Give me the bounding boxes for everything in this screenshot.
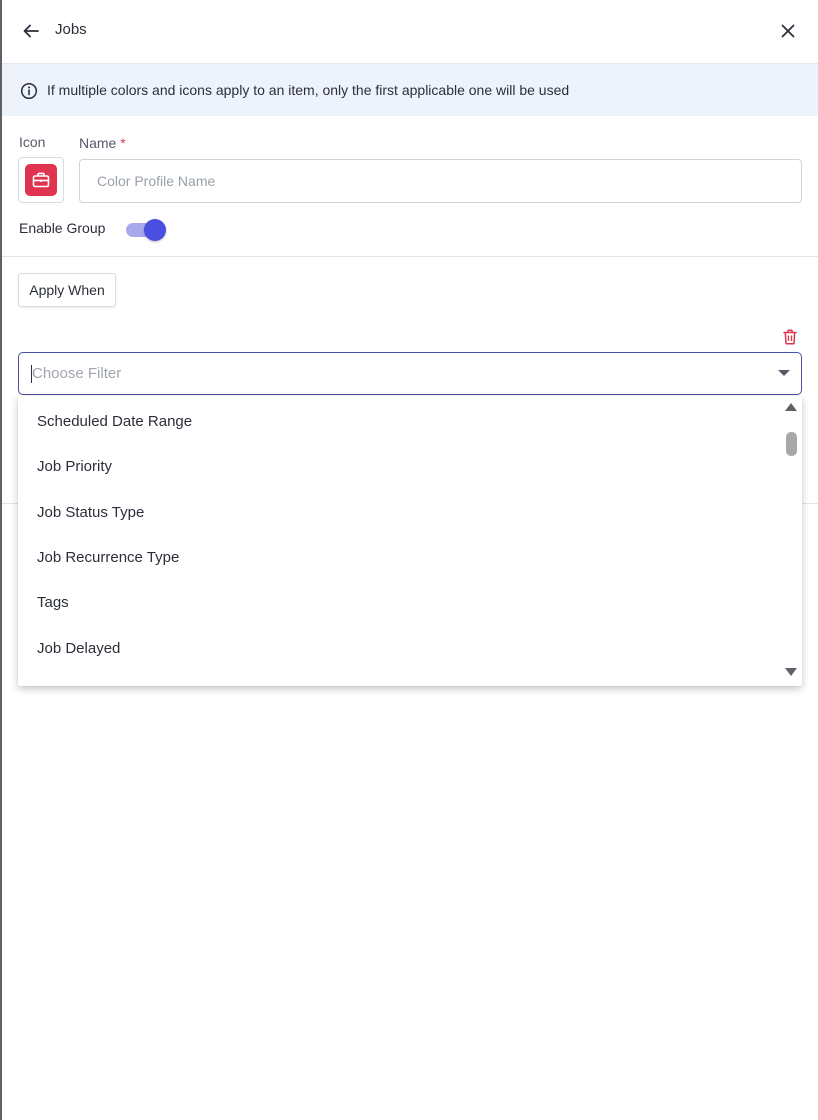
trash-icon xyxy=(783,329,797,345)
choose-filter-select[interactable]: Choose Filter xyxy=(18,352,802,395)
close-icon xyxy=(781,24,795,38)
chevron-down-icon[interactable] xyxy=(778,370,790,376)
required-marker: * xyxy=(120,135,126,151)
enable-group-toggle[interactable] xyxy=(125,218,169,242)
apply-when-button[interactable]: Apply When xyxy=(18,273,116,307)
scroll-down-arrow-icon[interactable] xyxy=(785,668,797,676)
panel-header: Jobs xyxy=(2,0,818,62)
enable-group-label: Enable Group xyxy=(19,220,106,236)
scroll-up-arrow-icon[interactable] xyxy=(785,403,797,411)
filter-dropdown-list[interactable]: Scheduled Date Range Job Priority Job St… xyxy=(18,396,802,686)
filter-placeholder: Choose Filter xyxy=(32,365,122,382)
name-label-text: Name xyxy=(79,135,117,151)
filter-option-job-status-type[interactable]: Job Status Type xyxy=(18,490,784,535)
close-button[interactable] xyxy=(776,19,800,43)
toggle-knob xyxy=(144,219,166,241)
filter-option-scheduled-date-range[interactable]: Scheduled Date Range xyxy=(18,399,784,444)
section-divider xyxy=(2,256,818,257)
back-button[interactable] xyxy=(20,20,42,42)
name-label: Name * xyxy=(79,135,126,151)
page-title: Jobs xyxy=(55,21,87,38)
icon-picker-button[interactable] xyxy=(18,157,64,203)
delete-filter-button[interactable] xyxy=(780,327,800,347)
scrollbar-thumb[interactable] xyxy=(786,432,797,456)
filter-option-job-priority[interactable]: Job Priority xyxy=(18,444,784,489)
icon-label: Icon xyxy=(19,134,46,150)
color-profile-name-input[interactable] xyxy=(79,159,802,203)
filter-option-job-delayed[interactable]: Job Delayed xyxy=(18,626,784,671)
filter-option-tags[interactable]: Tags xyxy=(18,580,784,625)
filter-option-job-recurrence-type[interactable]: Job Recurrence Type xyxy=(18,535,784,580)
info-icon xyxy=(20,82,38,100)
briefcase-icon xyxy=(32,172,50,188)
info-banner: If multiple colors and icons apply to an… xyxy=(2,63,818,116)
arrow-left-icon xyxy=(23,24,39,38)
info-banner-text: If multiple colors and icons apply to an… xyxy=(47,82,570,98)
icon-swatch xyxy=(25,164,57,196)
left-window-edge xyxy=(0,0,2,1120)
